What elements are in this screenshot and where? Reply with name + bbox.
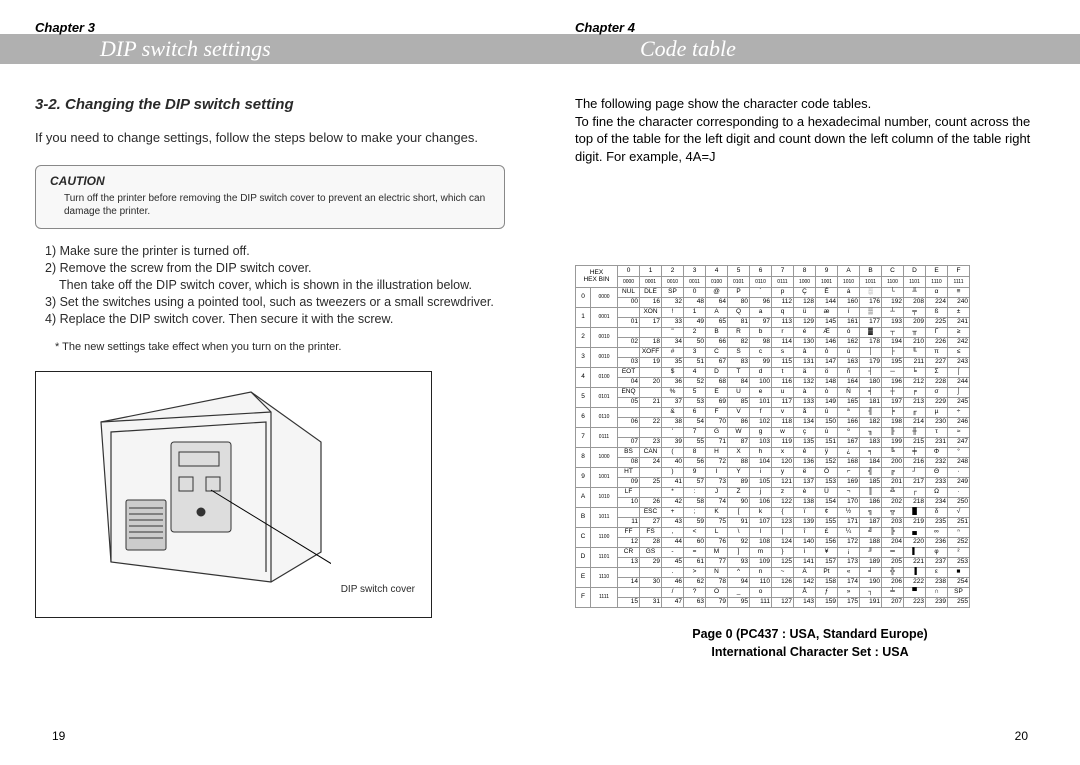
right-intro-2: To fine the character corresponding to a… — [575, 113, 1045, 166]
right-page: Chapter 4 The following page show the ch… — [540, 0, 1080, 765]
code-table-caption: Page 0 (PC437 : USA, Standard Europe) In… — [575, 626, 1045, 661]
intro-text: If you need to change settings, follow t… — [35, 129, 505, 147]
caution-box: CAUTION Turn off the printer before remo… — [35, 165, 505, 230]
step-4: 4) Replace the DIP switch cover. Then se… — [45, 311, 505, 328]
code-table-wrap: HEXHEX BIN0123456789ABCDEF00000001001000… — [575, 265, 1045, 608]
left-chapter-label: Chapter 3 — [35, 20, 505, 35]
step-2b: Then take off the DIP switch cover, whic… — [45, 277, 505, 294]
left-page: Chapter 3 3-2. Changing the DIP switch s… — [0, 0, 540, 765]
caption-line-1: Page 0 (PC437 : USA, Standard Europe) — [575, 626, 1045, 644]
steps-list: 1) Make sure the printer is turned off. … — [35, 243, 505, 327]
caution-heading: CAUTION — [50, 174, 490, 190]
caption-line-2: International Character Set : USA — [575, 644, 1045, 662]
illustration-label: DIP switch cover — [341, 583, 415, 597]
step-1: 1) Make sure the printer is turned off. — [45, 243, 505, 260]
section-heading: 3-2. Changing the DIP switch setting — [35, 95, 505, 115]
right-chapter-label: Chapter 4 — [575, 20, 1045, 35]
right-intro-1: The following page show the character co… — [575, 95, 1045, 113]
left-page-number: 19 — [52, 729, 65, 743]
step-2: 2) Remove the screw from the DIP switch … — [45, 260, 505, 277]
code-table: HEXHEX BIN0123456789ABCDEF00000001001000… — [575, 265, 970, 608]
caution-text: Turn off the printer before removing the… — [50, 192, 490, 218]
printer-illustration — [71, 382, 331, 602]
illustration-box: DIP switch cover — [35, 371, 432, 618]
step-3: 3) Set the switches using a pointed tool… — [45, 294, 505, 311]
note-text: * The new settings take effect when you … — [55, 340, 505, 355]
right-page-number: 20 — [1015, 729, 1028, 743]
